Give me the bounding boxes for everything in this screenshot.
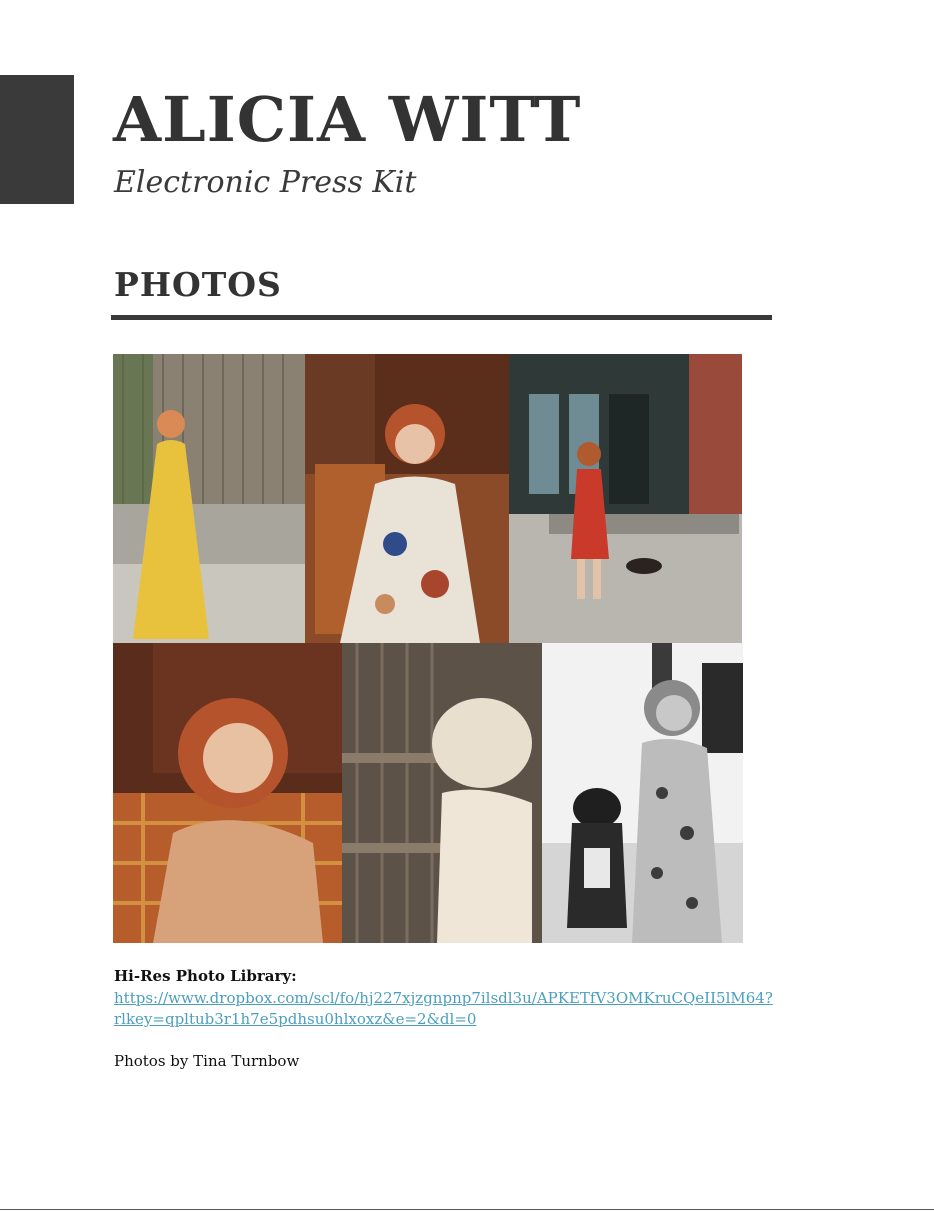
side-accent-block <box>0 75 74 204</box>
library-link[interactable]: https://www.dropbox.com/scl/fo/hj227xjzg… <box>114 988 774 1030</box>
photo-portrait-plaid-chair <box>113 643 342 943</box>
page-title: ALICIA WITT <box>113 83 582 156</box>
section-heading: PHOTOS <box>114 265 282 304</box>
page-bottom-divider <box>0 1209 934 1210</box>
photo-bw-with-dog <box>542 643 743 943</box>
photo-yellow-dress <box>113 354 305 643</box>
photo-credit: Photos by Tina Turnbow <box>114 1052 300 1070</box>
photo-floral-dress-chair <box>305 354 509 643</box>
library-label: Hi-Res Photo Library: <box>114 967 297 985</box>
section-divider <box>111 315 772 320</box>
page-subtitle: Electronic Press Kit <box>114 165 417 200</box>
photo-red-dress-dog-street <box>509 354 742 643</box>
photo-sepia-fence <box>342 643 542 943</box>
